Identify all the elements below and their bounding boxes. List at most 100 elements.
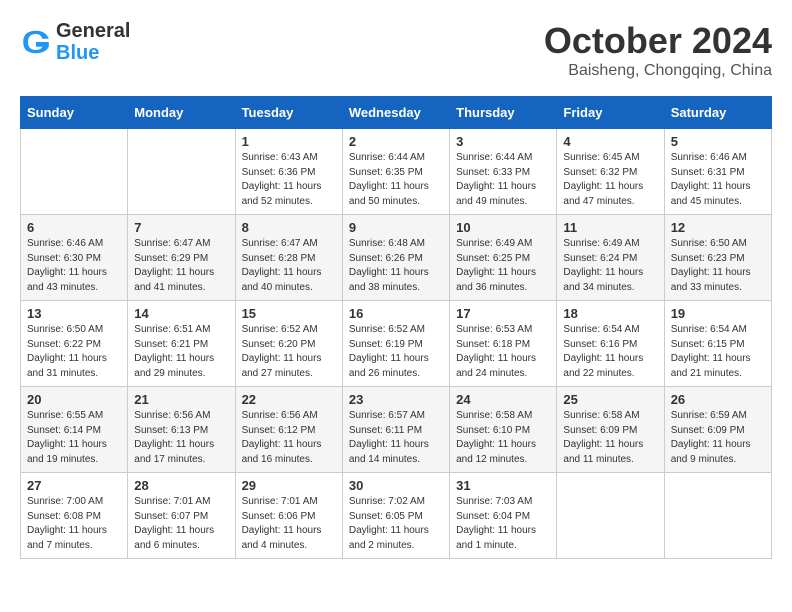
calendar-week-row: 6Sunrise: 6:46 AMSunset: 6:30 PMDaylight…: [21, 215, 772, 301]
location: Baisheng, Chongqing, China: [544, 62, 772, 80]
day-info: Sunrise: 7:01 AMSunset: 6:07 PMDaylight:…: [134, 495, 228, 553]
calendar-cell: 3Sunrise: 6:44 AMSunset: 6:33 PMDaylight…: [450, 129, 557, 215]
calendar-cell: 1Sunrise: 6:43 AMSunset: 6:36 PMDaylight…: [235, 129, 342, 215]
day-info: Sunrise: 6:47 AMSunset: 6:29 PMDaylight:…: [134, 237, 228, 295]
calendar-cell: 29 Sunrise: 7:01 AMSunset: 6:06 PMDayligh…: [235, 473, 342, 559]
title-section: October 2024 Baisheng, Chongqing, China: [544, 20, 772, 80]
day-number: 17: [456, 306, 550, 321]
calendar-cell: 25Sunrise: 6:58 AMSunset: 6:09 PMDayligh…: [557, 387, 664, 473]
calendar-cell: 19 Sunrise: 6:54 AMSunset: 6:15 PMDayligh…: [664, 301, 771, 387]
calendar-cell: 30Sunrise: 7:02 AMSunset: 6:05 PMDayligh…: [342, 473, 449, 559]
day-info: Sunrise: 6:53 AMSunset: 6:18 PMDaylight:…: [456, 323, 550, 381]
day-info: Sunrise: 6:52 AMSunset: 6:19 PMDaylight:…: [349, 323, 443, 381]
calendar-cell: 6Sunrise: 6:46 AMSunset: 6:30 PMDaylight…: [21, 215, 128, 301]
calendar-cell: 10Sunrise: 6:49 AMSunset: 6:25 PMDayligh…: [450, 215, 557, 301]
month-title: October 2024: [544, 20, 772, 62]
day-info: Sunrise: 6:57 AMSunset: 6:11 PMDaylight:…: [349, 409, 443, 467]
day-info: Sunrise: 7:02 AMSunset: 6:05 PMDaylight:…: [349, 495, 443, 553]
weekday-header: Friday: [557, 97, 664, 129]
day-number: 21: [134, 392, 228, 407]
day-number: 7: [134, 220, 228, 235]
day-number: 29: [242, 478, 336, 493]
day-number: 14: [134, 306, 228, 321]
calendar-cell: 26 Sunrise: 6:59 AMSunset: 6:09 PMDayligh…: [664, 387, 771, 473]
day-number: 28: [134, 478, 228, 493]
calendar-cell: [21, 129, 128, 215]
day-number: 16: [349, 306, 443, 321]
calendar-cell: 24 Sunrise: 6:58 AMSunset: 6:10 PMDayligh…: [450, 387, 557, 473]
calendar-cell: 9 Sunrise: 6:48 AMSunset: 6:26 PMDaylight…: [342, 215, 449, 301]
calendar-cell: 18 Sunrise: 6:54 AMSunset: 6:16 PMDayligh…: [557, 301, 664, 387]
logo-text: General Blue: [56, 20, 130, 64]
day-number: 6: [27, 220, 121, 235]
calendar-cell: 22 Sunrise: 6:56 AMSunset: 6:12 PMDayligh…: [235, 387, 342, 473]
day-number: 18: [563, 306, 657, 321]
weekday-header: Thursday: [450, 97, 557, 129]
day-number: 23: [349, 392, 443, 407]
calendar-cell: 4 Sunrise: 6:45 AMSunset: 6:32 PMDaylight…: [557, 129, 664, 215]
weekday-header: Wednesday: [342, 97, 449, 129]
day-number: 9: [349, 220, 443, 235]
day-info: Sunrise: 6:51 AMSunset: 6:21 PMDaylight:…: [134, 323, 228, 381]
calendar-cell: 17 Sunrise: 6:53 AMSunset: 6:18 PMDayligh…: [450, 301, 557, 387]
calendar-cell: 31 Sunrise: 7:03 AMSunset: 6:04 PMDayligh…: [450, 473, 557, 559]
weekday-header: Monday: [128, 97, 235, 129]
calendar-cell: 5Sunrise: 6:46 AMSunset: 6:31 PMDaylight…: [664, 129, 771, 215]
day-info: Sunrise: 6:54 AMSunset: 6:16 PMDaylight:…: [563, 323, 657, 381]
day-info: Sunrise: 7:03 AMSunset: 6:04 PMDaylight:…: [456, 495, 550, 553]
calendar-cell: 15 Sunrise: 6:52 AMSunset: 6:20 PMDayligh…: [235, 301, 342, 387]
day-number: 8: [242, 220, 336, 235]
day-info: Sunrise: 7:01 AMSunset: 6:06 PMDaylight:…: [242, 495, 336, 553]
calendar-cell: [664, 473, 771, 559]
day-number: 31: [456, 478, 550, 493]
day-number: 15: [242, 306, 336, 321]
calendar-cell: 20 Sunrise: 6:55 AMSunset: 6:14 PMDayligh…: [21, 387, 128, 473]
day-number: 2: [349, 134, 443, 149]
calendar-cell: 12 Sunrise: 6:50 AMSunset: 6:23 PMDayligh…: [664, 215, 771, 301]
day-info: Sunrise: 6:59 AMSunset: 6:09 PMDaylight:…: [671, 409, 765, 467]
day-number: 27: [27, 478, 121, 493]
day-number: 4: [563, 134, 657, 149]
day-info: Sunrise: 6:58 AMSunset: 6:09 PMDaylight:…: [563, 409, 657, 467]
page-header: General Blue October 2024 Baisheng, Chon…: [20, 20, 772, 80]
day-number: 22: [242, 392, 336, 407]
day-info: Sunrise: 6:50 AMSunset: 6:23 PMDaylight:…: [671, 237, 765, 295]
calendar-cell: 23 Sunrise: 6:57 AMSunset: 6:11 PMDayligh…: [342, 387, 449, 473]
weekday-header: Sunday: [21, 97, 128, 129]
day-number: 24: [456, 392, 550, 407]
calendar-cell: [128, 129, 235, 215]
day-number: 19: [671, 306, 765, 321]
logo-icon: [20, 26, 52, 58]
calendar-cell: 13 Sunrise: 6:50 AMSunset: 6:22 PMDayligh…: [21, 301, 128, 387]
calendar-week-row: 13 Sunrise: 6:50 AMSunset: 6:22 PMDayligh…: [21, 301, 772, 387]
calendar-cell: 14 Sunrise: 6:51 AMSunset: 6:21 PMDayligh…: [128, 301, 235, 387]
day-info: Sunrise: 6:54 AMSunset: 6:15 PMDaylight:…: [671, 323, 765, 381]
calendar-cell: 28 Sunrise: 7:01 AMSunset: 6:07 PMDayligh…: [128, 473, 235, 559]
day-info: Sunrise: 6:52 AMSunset: 6:20 PMDaylight:…: [242, 323, 336, 381]
day-info: Sunrise: 6:56 AMSunset: 6:12 PMDaylight:…: [242, 409, 336, 467]
calendar-cell: 11Sunrise: 6:49 AMSunset: 6:24 PMDayligh…: [557, 215, 664, 301]
day-number: 26: [671, 392, 765, 407]
day-info: Sunrise: 6:45 AMSunset: 6:32 PMDaylight:…: [563, 151, 657, 209]
day-info: Sunrise: 6:48 AMSunset: 6:26 PMDaylight:…: [349, 237, 443, 295]
calendar-cell: 21 Sunrise: 6:56 AMSunset: 6:13 PMDayligh…: [128, 387, 235, 473]
day-info: Sunrise: 6:44 AMSunset: 6:33 PMDaylight:…: [456, 151, 550, 209]
day-info: Sunrise: 7:00 AMSunset: 6:08 PMDaylight:…: [27, 495, 121, 553]
calendar-cell: 2Sunrise: 6:44 AMSunset: 6:35 PMDaylight…: [342, 129, 449, 215]
day-info: Sunrise: 6:50 AMSunset: 6:22 PMDaylight:…: [27, 323, 121, 381]
calendar-week-row: 27 Sunrise: 7:00 AMSunset: 6:08 PMDayligh…: [21, 473, 772, 559]
day-info: Sunrise: 6:55 AMSunset: 6:14 PMDaylight:…: [27, 409, 121, 467]
day-info: Sunrise: 6:49 AMSunset: 6:24 PMDaylight:…: [563, 237, 657, 295]
day-info: Sunrise: 6:49 AMSunset: 6:25 PMDaylight:…: [456, 237, 550, 295]
weekday-header: Tuesday: [235, 97, 342, 129]
calendar-cell: [557, 473, 664, 559]
day-info: Sunrise: 6:58 AMSunset: 6:10 PMDaylight:…: [456, 409, 550, 467]
day-number: 12: [671, 220, 765, 235]
day-number: 13: [27, 306, 121, 321]
day-info: Sunrise: 6:47 AMSunset: 6:28 PMDaylight:…: [242, 237, 336, 295]
day-info: Sunrise: 6:56 AMSunset: 6:13 PMDaylight:…: [134, 409, 228, 467]
logo: General Blue: [20, 20, 130, 64]
calendar-cell: 16 Sunrise: 6:52 AMSunset: 6:19 PMDayligh…: [342, 301, 449, 387]
day-info: Sunrise: 6:43 AMSunset: 6:36 PMDaylight:…: [242, 151, 336, 209]
day-number: 20: [27, 392, 121, 407]
